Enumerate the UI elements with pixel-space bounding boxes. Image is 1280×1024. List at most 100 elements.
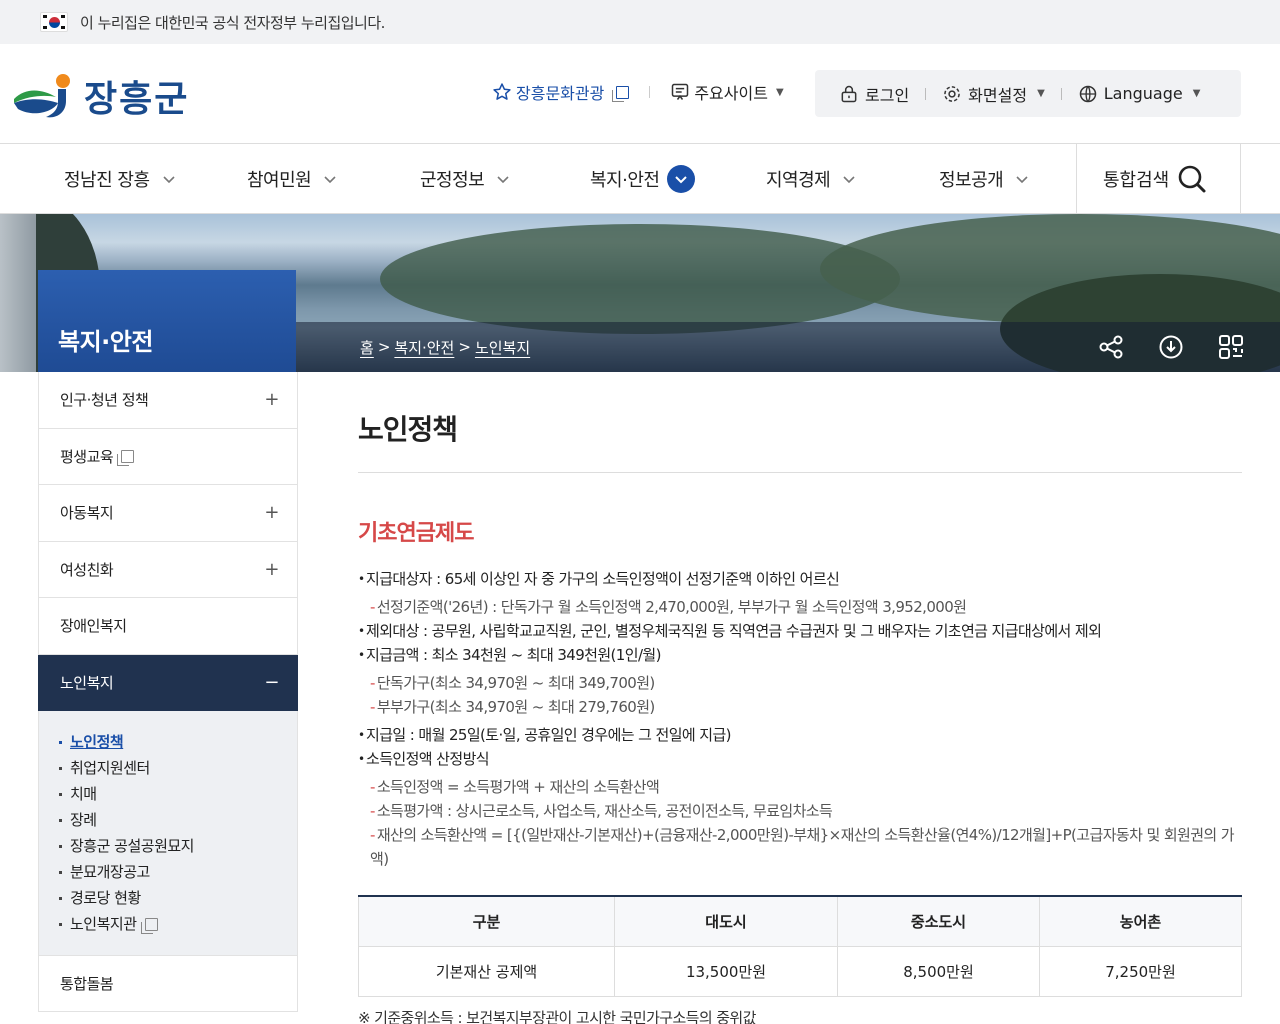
- qr-code-icon[interactable]: [1218, 334, 1244, 360]
- new-window-icon: [117, 449, 135, 466]
- lnb-sub-item-elderly-welfare-center[interactable]: 노인복지관: [59, 911, 297, 937]
- table-header-cell: 구분: [358, 896, 615, 947]
- lnb-submenu: 노인정책 취업지원센터 치매 장례 장흥군 공설공원묘지 분묘개장공고 경로당 …: [38, 711, 298, 955]
- table-note: ※ 기준중위소득 : 보건복지부장관이 고시한 국민가구소득의 중위값: [358, 1008, 756, 1024]
- lnb-item-elderly-welfare[interactable]: 노인복지 −: [38, 654, 298, 711]
- main-sites-dropdown[interactable]: 주요사이트 ▼: [670, 80, 784, 104]
- lnb-label: 여성친화: [60, 560, 114, 579]
- bullet-amount: 지급금액 : 최소 34천원 ~ 최대 349천원(1인/월): [358, 643, 1242, 667]
- lnb-sub-item-elderly-policy[interactable]: 노인정책: [59, 729, 297, 755]
- star-icon: [493, 83, 511, 100]
- section-title: 복지·안전: [38, 270, 296, 372]
- lnb-sub-item-public-cemetery[interactable]: 장흥군 공설공원묘지: [59, 833, 297, 859]
- lnb-item-lifelong-education[interactable]: 평생교육: [38, 428, 298, 485]
- language-label: Language: [1103, 84, 1183, 103]
- gnb-item-economy[interactable]: 지역경제: [766, 144, 856, 214]
- table-cell: 13,500만원: [614, 946, 838, 997]
- breadcrumb-welfare[interactable]: 복지·안전: [394, 337, 454, 358]
- lnb-label: 아동복지: [60, 504, 114, 523]
- sub-bullet-income-recognition: - 소득인정액 = 소득평가액 + 재산의 소득환산액: [370, 778, 660, 796]
- culture-tourism-label: 장흥문화관광: [516, 84, 605, 103]
- breadcrumb-elderly[interactable]: 노인복지: [475, 337, 530, 358]
- lnb-label: 통합돌봄: [60, 974, 114, 993]
- lnb-label: 인구·청년 정책: [60, 391, 149, 410]
- lnb-sub-item-senior-center[interactable]: 경로당 현황: [59, 885, 297, 911]
- lnb-sub-item-dementia[interactable]: 치매: [59, 781, 297, 807]
- gnb-label: 참여민원: [247, 170, 312, 191]
- bullet-eligibility: 지급대상자 : 65세 이상인 자 중 가구의 소득인정액이 선정기준액 이하인…: [358, 567, 1242, 591]
- lnb-sub-item-funeral[interactable]: 장례: [59, 807, 297, 833]
- jangheung-logo-icon: [12, 73, 74, 119]
- new-window-icon: [140, 917, 158, 934]
- lnb-item-population-youth[interactable]: 인구·청년 정책 +: [38, 372, 298, 429]
- lnb-item-integrated-care[interactable]: 통합돌봄: [38, 955, 298, 1012]
- integrated-search-button[interactable]: 통합검색: [1076, 144, 1241, 214]
- caret-down-icon: ▼: [1037, 88, 1045, 99]
- bullet-exclusion: 제외대상 : 공무원, 사립학교교직원, 군인, 별정우체국직원 등 직역연금 …: [358, 619, 1242, 643]
- share-icon[interactable]: [1098, 334, 1124, 360]
- lnb-label: 평생교육: [60, 447, 114, 466]
- expand-plus-icon: +: [264, 389, 279, 411]
- gnb-label: 지역경제: [766, 170, 831, 191]
- page-title: 노인정책: [358, 408, 1242, 473]
- chevron-down-icon: [162, 176, 175, 184]
- site-logo[interactable]: 장흥군: [12, 70, 189, 122]
- korea-flag-icon: [40, 12, 68, 32]
- gov-banner-text: 이 누리집은 대한민국 공식 전자정부 누리집입니다.: [80, 13, 385, 32]
- gnb-item-disclosure[interactable]: 정보공개: [939, 144, 1029, 214]
- expand-plus-icon: +: [264, 502, 279, 524]
- user-utility-bar: 로그인 화면설정 ▼ Language ▼: [815, 70, 1241, 117]
- lock-icon: [841, 85, 857, 102]
- gnb-item-jeongnamjin[interactable]: 정남진 장흥: [64, 144, 176, 214]
- expand-plus-icon: +: [264, 558, 279, 580]
- lnb-label: 노인복지: [60, 673, 114, 692]
- screen-settings-label: 화면설정: [968, 85, 1028, 105]
- lnb-item-women-friendly[interactable]: 여성친화 +: [38, 541, 298, 598]
- bullet-calc-method: 소득인정액 산정방식: [358, 747, 1242, 771]
- search-label: 통합검색: [1103, 170, 1170, 191]
- gov-banner: 이 누리집은 대한민국 공식 전자정부 누리집입니다.: [0, 0, 1280, 44]
- table-cell: 기본재산 공제액: [358, 946, 615, 997]
- gnb-item-county-info[interactable]: 군정정보: [420, 144, 510, 214]
- bullet-payday: 지급일 : 매월 25일(토·일, 공휴일인 경우에는 그 전일에 지급): [358, 723, 1242, 747]
- gnb-label: 정남진 장흥: [64, 170, 150, 191]
- language-dropdown[interactable]: Language ▼: [1078, 84, 1201, 104]
- lnb-item-disability-welfare[interactable]: 장애인복지: [38, 598, 298, 655]
- caret-down-icon: ▼: [775, 86, 784, 98]
- chevron-down-icon: [1016, 176, 1028, 184]
- culture-tourism-link[interactable]: 장흥문화관광: [492, 80, 630, 104]
- table-header-cell: 대도시: [614, 896, 838, 947]
- gnb-item-welfare[interactable]: 복지·안전: [590, 144, 696, 214]
- globe-icon: [1079, 85, 1097, 102]
- site-list-icon: [672, 83, 689, 100]
- section-heading: 기초연금제도: [358, 521, 474, 546]
- breadcrumb-home[interactable]: 홈: [360, 337, 374, 358]
- gnb-label: 복지·안전: [590, 170, 660, 191]
- sub-bullet-couple: - 부부가구(최소 34,970원 ~ 최대 279,760원): [370, 698, 655, 716]
- table-header-cell: 농어촌: [1039, 896, 1242, 947]
- gnb-item-civil[interactable]: 참여민원: [247, 144, 337, 214]
- collapse-minus-icon: −: [264, 671, 279, 693]
- main-content: 노인정책 기초연금제도 지급대상자 : 65세 이상인 자 중 가구의 소득인정…: [358, 372, 1242, 1024]
- chevron-down-icon: [843, 176, 855, 184]
- download-icon[interactable]: [1158, 334, 1184, 360]
- chevron-down-icon: [497, 176, 509, 184]
- gnb-label: 군정정보: [420, 170, 485, 191]
- login-label: 로그인: [865, 85, 910, 105]
- table-header-row: 구분 대도시 중소도시 농어촌: [358, 896, 1242, 947]
- screen-settings-dropdown[interactable]: 화면설정 ▼: [942, 82, 1045, 106]
- chevron-down-icon: [324, 176, 336, 184]
- logo-text: 장흥군: [84, 79, 190, 120]
- lnb-item-child-welfare[interactable]: 아동복지 +: [38, 485, 298, 542]
- breadcrumb: 홈 > 복지·안전 > 노인복지: [296, 322, 1280, 372]
- lnb-label: 장애인복지: [60, 617, 127, 636]
- gnb-label: 정보공개: [939, 170, 1004, 191]
- basic-property-deduction-table: 구분 대도시 중소도시 농어촌 기본재산 공제액 13,500만원 8,500만…: [358, 895, 1242, 997]
- new-window-icon: [612, 85, 630, 102]
- utility-links: 장흥문화관광 주요사이트 ▼: [492, 80, 784, 104]
- table-header-cell: 중소도시: [837, 896, 1040, 947]
- caret-down-icon: ▼: [1192, 88, 1201, 99]
- lnb-sub-item-employment-center[interactable]: 취업지원센터: [59, 755, 297, 781]
- lnb-sub-item-grave-notice[interactable]: 분묘개장공고: [59, 859, 297, 885]
- login-button[interactable]: 로그인: [839, 82, 909, 106]
